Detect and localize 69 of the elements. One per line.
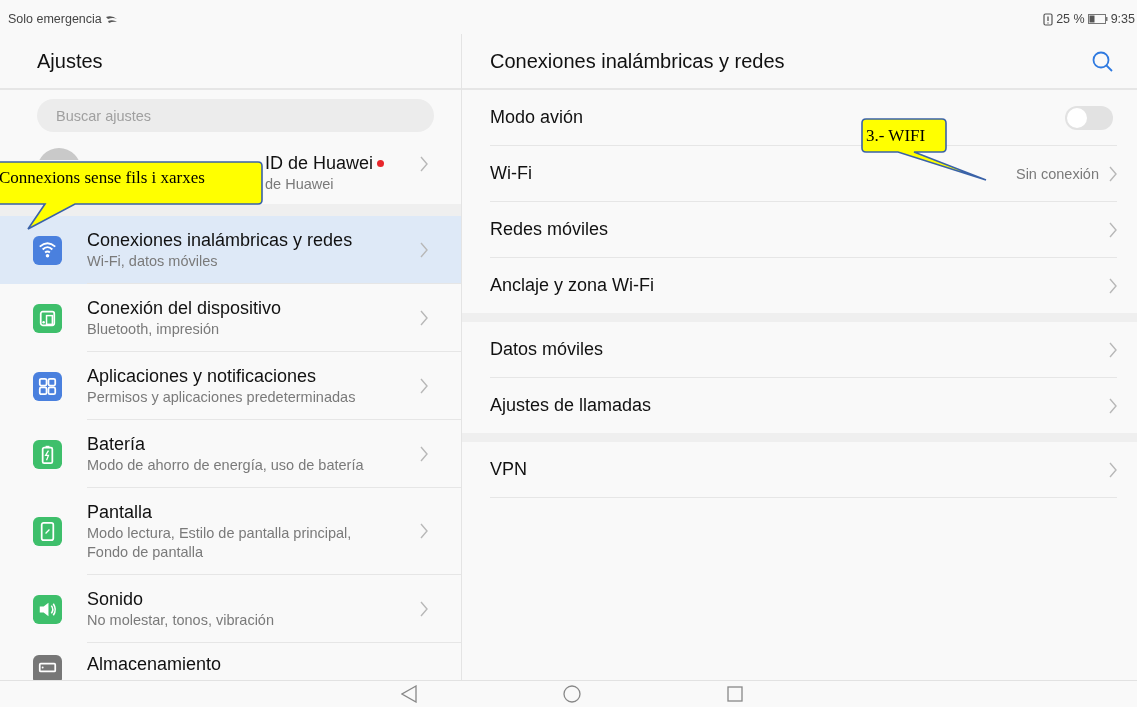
setting-label: Datos móviles bbox=[490, 339, 605, 360]
settings-row[interactable]: VPN bbox=[490, 442, 1117, 498]
setting-label: Anclaje y zona Wi-Fi bbox=[490, 275, 656, 296]
setting-label: Ajustes de llamadas bbox=[490, 395, 653, 416]
recents-icon[interactable] bbox=[726, 686, 743, 702]
settings-row[interactable]: Datos móviles bbox=[490, 322, 1117, 378]
battery-icon bbox=[1087, 14, 1108, 24]
category-title: Aplicaciones y notificaciones bbox=[87, 364, 317, 388]
battery-saver-icon bbox=[1043, 12, 1054, 26]
search-icon[interactable] bbox=[1092, 50, 1113, 72]
signal-icon bbox=[104, 14, 118, 24]
wifi-icon bbox=[33, 235, 62, 265]
category-subtitle: Modo de ahorro de energía, uso de batería bbox=[87, 455, 364, 475]
category-title: Conexiones inalámbricas y redes bbox=[87, 228, 353, 252]
tablet-icon bbox=[33, 517, 62, 546]
chevron-icon bbox=[1109, 461, 1117, 478]
category-title: Almacenamiento bbox=[87, 653, 222, 676]
category-title: Batería bbox=[87, 432, 146, 456]
toggle-switch[interactable] bbox=[1065, 105, 1113, 130]
category-subtitle: No molestar, tonos, vibración bbox=[87, 610, 274, 630]
category-title: Pantalla bbox=[87, 500, 153, 524]
account-title: ID de Huawei bbox=[265, 152, 374, 175]
apps-grid-icon bbox=[33, 371, 62, 401]
settings-category[interactable]: Conexiones inalámbricas y redes Wi-Fi, datos móviles bbox=[0, 216, 461, 284]
search-field[interactable]: Buscar ajustes bbox=[37, 99, 434, 132]
setting-label: Redes móviles bbox=[490, 219, 610, 240]
annotation-tooltip-text: 3.- WIFI bbox=[866, 125, 926, 147]
setting-value: Sin conexión bbox=[1015, 165, 1099, 182]
chevron-icon bbox=[420, 445, 428, 462]
chevron-icon bbox=[1109, 341, 1117, 358]
battery-icon bbox=[33, 439, 62, 469]
chevron-icon bbox=[420, 600, 428, 617]
setting-label: Wi-Fi bbox=[490, 163, 533, 184]
chevron-icon bbox=[420, 377, 428, 394]
settings-row[interactable]: Redes móviles bbox=[490, 202, 1117, 258]
settings-category[interactable]: Aplicaciones y notificaciones Permisos y aplicaciones predeterminadas bbox=[0, 352, 461, 420]
account-subtitle: de Huawei bbox=[265, 175, 334, 194]
settings-category[interactable]: Batería Modo de ahorro de energía, uso de batería bbox=[0, 420, 461, 488]
back-icon[interactable] bbox=[400, 685, 417, 703]
settings-row[interactable]: Ajustes de llamadas bbox=[490, 378, 1117, 433]
battery-percent: 25 % bbox=[1056, 12, 1085, 26]
category-subtitle: Wi-Fi, datos móviles bbox=[87, 251, 218, 271]
chevron-icon bbox=[1109, 277, 1117, 294]
chevron-icon bbox=[420, 156, 428, 172]
carrier-text: Solo emergencia bbox=[8, 12, 102, 26]
setting-label: Modo avión bbox=[490, 107, 585, 128]
setting-label: VPN bbox=[490, 459, 528, 480]
chevron-icon bbox=[1109, 221, 1117, 238]
page-title: Ajustes bbox=[0, 34, 461, 90]
chevron-icon bbox=[420, 309, 428, 326]
settings-category[interactable]: Conexión del dispositivo Bluetooth, impresión bbox=[0, 284, 461, 352]
settings-category[interactable]: Sonido No molestar, tonos, vibración bbox=[0, 575, 461, 643]
category-subtitle: Permisos y aplicaciones predeterminadas bbox=[87, 387, 356, 407]
chevron-icon bbox=[420, 241, 428, 258]
speaker-icon bbox=[33, 594, 62, 624]
clock-time: 9:35 bbox=[1110, 12, 1135, 26]
chevron-icon bbox=[420, 523, 428, 539]
category-title: Conexión del dispositivo bbox=[87, 296, 282, 320]
category-subtitle: Bluetooth, impresión bbox=[87, 319, 220, 339]
device-connection-icon bbox=[33, 303, 62, 333]
settings-category[interactable]: Pantalla Modo lectura, Estilo de pantalla principal, Fondo de pantalla bbox=[0, 488, 461, 575]
annotation-tooltip-text: Connexions sense fils i xarxes bbox=[0, 167, 205, 189]
settings-row[interactable]: Anclaje y zona Wi-Fi bbox=[490, 258, 1117, 313]
chevron-icon bbox=[1109, 165, 1117, 182]
category-subtitle: Modo lectura, Estilo de pantalla principal, Fondo de pantalla bbox=[87, 523, 353, 562]
panel-title: Conexiones inalámbricas y redes bbox=[490, 49, 786, 73]
home-icon[interactable] bbox=[562, 685, 581, 703]
category-title: Sonido bbox=[87, 587, 144, 611]
chevron-icon bbox=[1109, 397, 1117, 414]
